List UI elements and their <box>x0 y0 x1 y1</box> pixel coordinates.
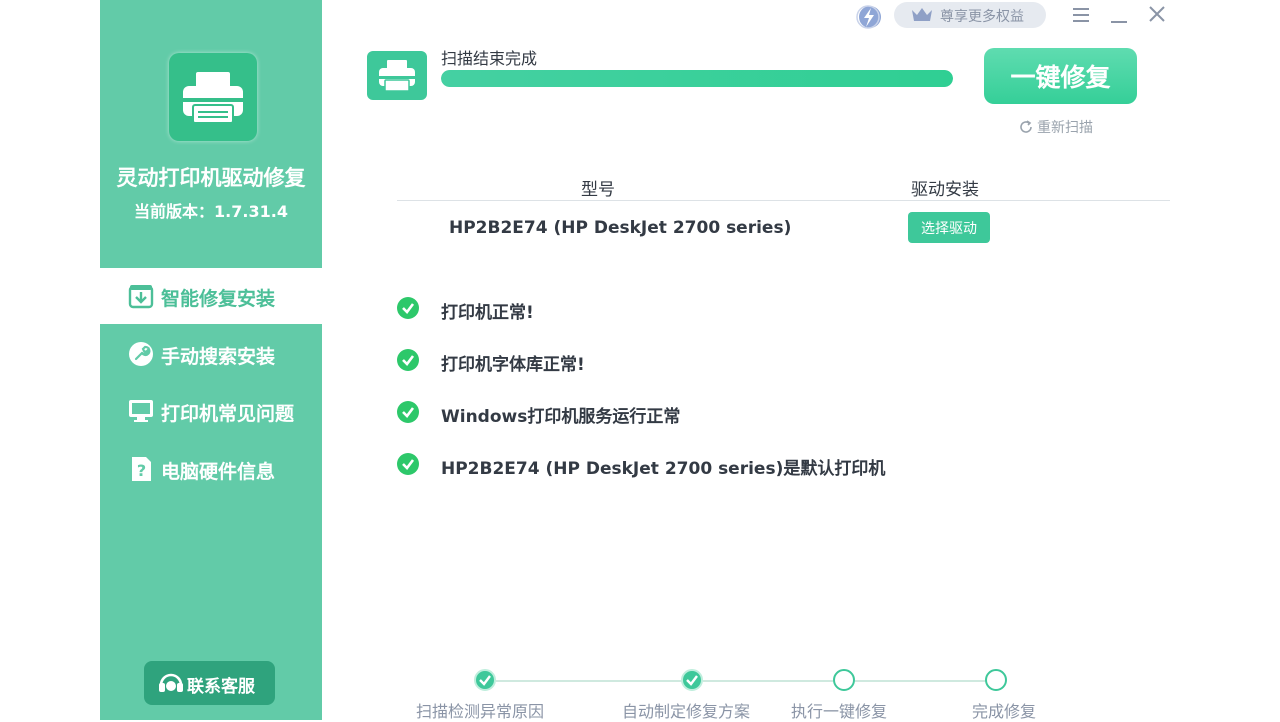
step-3-label: 执行一键修复 <box>791 702 888 721</box>
crown-icon <box>912 8 932 21</box>
nav-item-smart-repair[interactable]: 智能修复安装 <box>100 268 322 324</box>
contact-support-button[interactable]: 联系客服 <box>144 661 275 705</box>
nav-item-hardware-info[interactable]: ? 电脑硬件信息 <box>100 441 322 497</box>
rescan-label: 重新扫描 <box>1037 120 1093 136</box>
minimize-icon[interactable] <box>1109 5 1129 25</box>
nav-label: 手动搜索安装 <box>161 346 276 368</box>
sidebar: 灵动打印机驱动修复 当前版本：1.7.31.4 智能修复安装 手动搜索安装 打印… <box>100 0 322 720</box>
question-doc-icon: ? <box>132 457 151 481</box>
menu-icon[interactable] <box>1071 5 1091 25</box>
nav-label: 智能修复安装 <box>161 288 276 310</box>
check-circle-icon <box>397 297 419 319</box>
step-2-indicator <box>681 669 703 691</box>
one-click-repair-button[interactable]: 一键修复 <box>984 48 1137 104</box>
table-divider <box>397 200 1170 201</box>
lightning-badge-icon[interactable] <box>852 3 886 31</box>
check-circle-icon <box>397 401 419 423</box>
scan-progress-bar <box>441 70 953 87</box>
step-connector <box>703 680 833 682</box>
check-circle-icon <box>397 349 419 371</box>
app-version: 当前版本：1.7.31.4 <box>134 202 288 221</box>
check-result-text: 打印机字体库正常! <box>441 355 585 375</box>
scan-status-text: 扫描结束完成 <box>441 49 538 68</box>
wrench-icon <box>129 342 153 366</box>
nav-item-printer-faq[interactable]: 打印机常见问题 <box>100 383 322 439</box>
rescan-link[interactable]: 重新扫描 <box>1018 117 1093 137</box>
step-4-label: 完成修复 <box>972 702 1037 721</box>
step-4-indicator <box>985 669 1007 691</box>
vip-benefits-label: 尊享更多权益 <box>940 9 1024 25</box>
headset-icon <box>159 673 183 692</box>
column-header-model: 型号 <box>581 180 615 200</box>
nav-label: 打印机常见问题 <box>161 403 295 425</box>
column-header-driver-install: 驱动安装 <box>911 180 979 200</box>
step-1-label: 扫描检测异常原因 <box>416 702 545 721</box>
printer-icon <box>183 72 243 124</box>
check-icon <box>479 675 491 686</box>
check-result-text: 打印机正常! <box>441 303 534 323</box>
check-icon <box>686 675 698 686</box>
printer-model-cell: HP2B2E74 (HP DeskJet 2700 series) <box>449 218 792 238</box>
check-result-text: Windows打印机服务运行正常 <box>441 407 681 427</box>
app-logo <box>169 53 257 141</box>
refresh-icon <box>1020 120 1032 133</box>
app-title: 灵动打印机驱动修复 <box>116 166 306 190</box>
check-result-text: HP2B2E74 (HP DeskJet 2700 series)是默认打印机 <box>441 459 886 479</box>
step-1-indicator <box>474 669 496 691</box>
scan-printer-badge <box>367 51 427 100</box>
step-3-indicator <box>833 669 855 691</box>
svg-text:?: ? <box>137 461 146 480</box>
choose-driver-button[interactable]: 选择驱动 <box>908 212 990 243</box>
contact-support-label: 联系客服 <box>187 677 255 697</box>
step-2-label: 自动制定修复方案 <box>622 702 751 721</box>
step-connector <box>855 680 985 682</box>
monitor-icon <box>129 400 153 422</box>
close-icon[interactable] <box>1147 4 1167 24</box>
step-connector <box>496 680 682 682</box>
nav-item-manual-search[interactable]: 手动搜索安装 <box>100 326 322 382</box>
check-circle-icon <box>397 453 419 475</box>
scan-progress-fill <box>441 70 953 87</box>
vip-benefits-button[interactable]: 尊享更多权益 <box>894 2 1046 28</box>
printer-icon <box>379 60 415 92</box>
nav-label: 电脑硬件信息 <box>161 461 276 483</box>
download-box-icon <box>128 285 154 309</box>
